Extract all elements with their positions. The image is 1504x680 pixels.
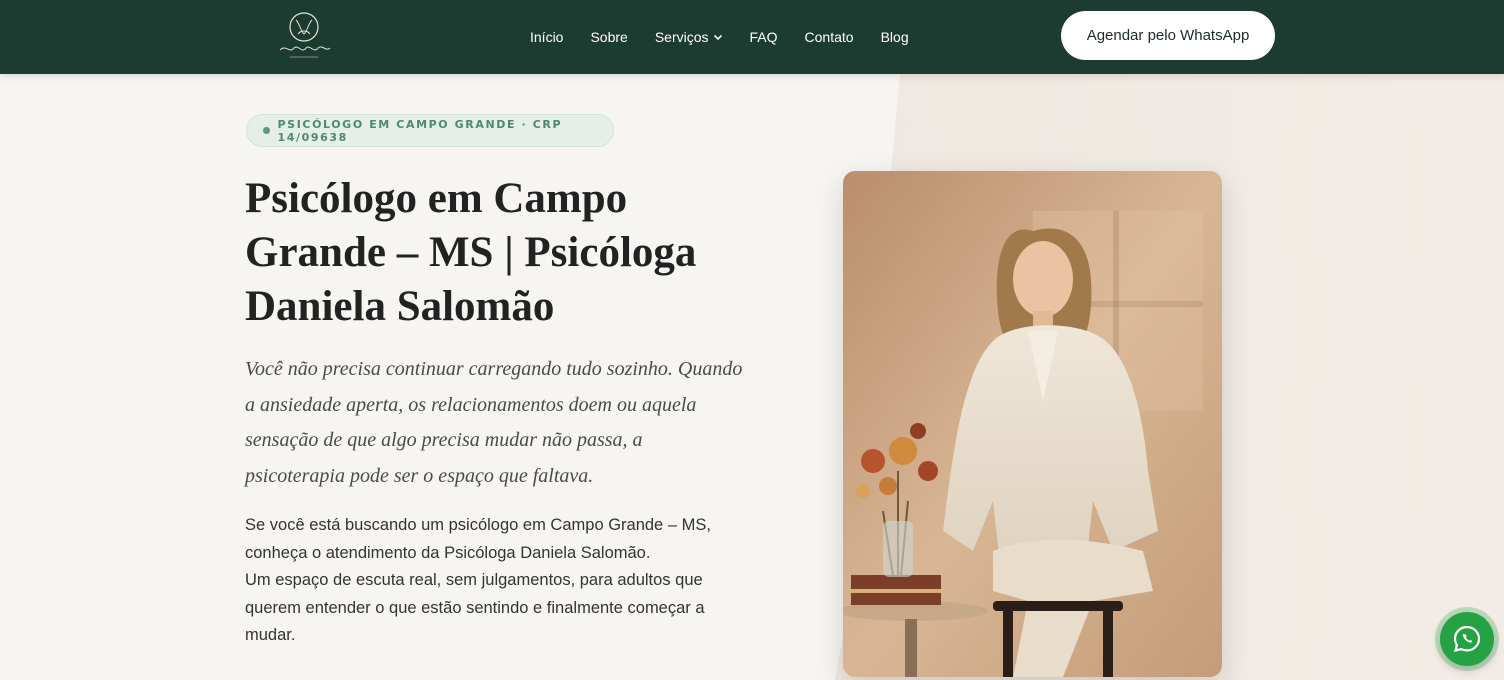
nav-inicio-label: Início — [530, 29, 564, 45]
hero-background — [0, 74, 1504, 680]
chevron-down-icon — [713, 34, 722, 41]
badge-dot-icon — [263, 127, 270, 134]
nav-contato[interactable]: Contato — [805, 29, 854, 45]
nav-blog-label: Blog — [880, 29, 909, 45]
title-line-1: Psicólogo em Campo — [245, 175, 628, 222]
nav-sobre-label: Sobre — [590, 29, 628, 45]
portrait-photo — [843, 171, 1222, 677]
whatsapp-cta-button[interactable]: Agendar pelo WhatsApp — [1061, 11, 1275, 60]
nav-contato-label: Contato — [804, 29, 854, 45]
whatsapp-float-button[interactable] — [1440, 612, 1494, 666]
nav-faq[interactable]: FAQ — [750, 29, 778, 45]
title-line-3: Daniela Salomão — [245, 283, 555, 330]
nav-servicos-label: Serviços — [654, 29, 709, 45]
portrait-illustration — [843, 171, 1222, 677]
main-nav: Início Sobre Serviços FAQ Contato Blog — [530, 0, 936, 74]
nav-servicos[interactable]: Serviços — [655, 29, 723, 45]
credential-badge: PSICÓLOGO EM CAMPO GRANDE · CRP 14/09638 — [246, 114, 614, 147]
nav-inicio[interactable]: Início — [530, 29, 563, 45]
hero-lead: Você não precisa continuar carregando tu… — [245, 358, 743, 487]
nav-sobre[interactable]: Sobre — [590, 29, 627, 45]
body-line-1: Se você está buscando um psicólogo em Ca… — [245, 516, 711, 534]
whatsapp-icon — [1453, 625, 1481, 652]
body-line-2: conheça o atendimento da Psicóloga Danie… — [245, 543, 651, 562]
logo[interactable] — [276, 10, 332, 62]
site-header: Início Sobre Serviços FAQ Contato Blog A… — [0, 0, 1504, 74]
body-line-5: mudar. — [245, 626, 296, 645]
nav-faq-label: FAQ — [749, 29, 778, 45]
body-line-3: Um espaço de escuta real, sem julgamento… — [245, 571, 703, 590]
badge-text: PSICÓLOGO EM CAMPO GRANDE · CRP 14/09638 — [277, 117, 563, 144]
hero-body: Se você está buscando um psicólogo em Ca… — [245, 512, 745, 650]
body-line-4: querem entender o que estão sentindo e f… — [245, 598, 705, 617]
nav-blog[interactable]: Blog — [881, 29, 909, 45]
title-line-2: Grande – MS | Psicóloga — [245, 229, 697, 276]
logo-emblem-icon — [279, 12, 331, 58]
page-title: Psicólogo em Campo Grande – MS | Psicólo… — [245, 172, 765, 334]
